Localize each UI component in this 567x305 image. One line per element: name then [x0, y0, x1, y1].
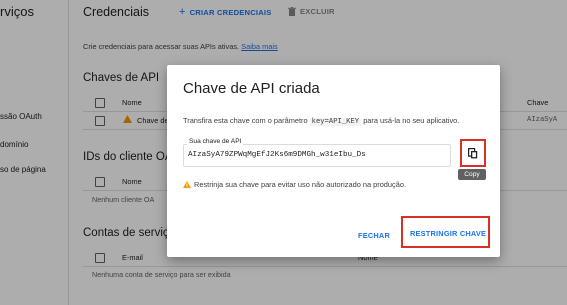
warning-icon — [183, 181, 191, 188]
restrict-key-button[interactable]: RESTRINGIR CHAVE — [401, 216, 490, 248]
dialog-subtitle: Transfira esta chave com o parâmetro key… — [183, 116, 459, 126]
close-button[interactable]: FECHAR — [358, 231, 390, 240]
dialog-subtitle-after: para usá-la no seu aplicativo. — [363, 116, 460, 125]
copy-tooltip: Copy — [458, 169, 486, 180]
api-key-value[interactable]: AIzaSyA79ZPWqMgEfJ2Ks6m9DMGh_w31eIbu_Ds — [188, 151, 366, 159]
api-key-created-dialog: Chave de API criada Transfira esta chave… — [167, 65, 500, 257]
restrict-key-label: RESTRINGIR CHAVE — [410, 229, 487, 238]
dialog-title: Chave de API criada — [183, 80, 320, 97]
dialog-subtitle-before: Transfira esta chave com o parâmetro — [183, 116, 308, 125]
restriction-warning: Restrinja sua chave para evitar uso não … — [183, 180, 406, 189]
api-key-field-label: Sua chave de API — [187, 138, 244, 145]
copy-button[interactable] — [460, 139, 486, 167]
dialog-subtitle-code: key=API_KEY — [309, 118, 362, 126]
restriction-warning-text: Restrinja sua chave para evitar uso não … — [194, 180, 406, 189]
copy-icon — [468, 148, 478, 159]
